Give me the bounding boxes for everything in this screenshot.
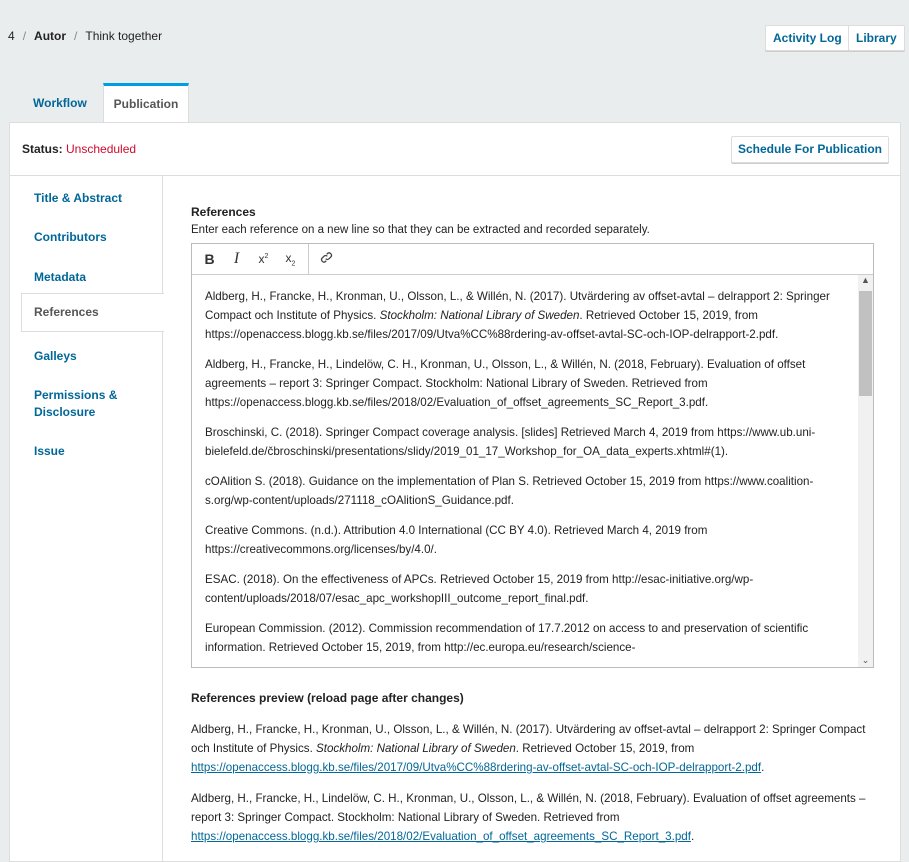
activity-log-button[interactable]: Activity Log (765, 25, 850, 51)
sidebar-item-issue[interactable]: Issue (22, 443, 163, 460)
library-button[interactable]: Library (848, 25, 905, 51)
reference-entry: cOAlition S. (2018). Guidance on the imp… (205, 472, 844, 510)
preview-entry: Aldberg, H., Francke, H., Lindelöw, C. H… (191, 789, 881, 846)
references-preview-label: References preview (reload page after ch… (191, 691, 464, 705)
editor-toolbar: B I x2 x2 (192, 244, 873, 275)
status-value: Unscheduled (66, 142, 137, 156)
tab-workflow[interactable]: Workflow (21, 83, 99, 123)
reference-text: Broschinski, C. (2018). Springer Compact… (205, 426, 816, 458)
reference-text: ESAC. (2018). On the effectiveness of AP… (205, 573, 754, 605)
breadcrumb-author: Autor (34, 29, 67, 43)
publication-status: Status: Unscheduled (22, 142, 136, 156)
reference-entry: Aldberg, H., Francke, H., Lindelöw, C. H… (205, 355, 844, 412)
references-editor[interactable]: B I x2 x2 Aldberg, H., Francke, H., Kron… (191, 243, 874, 668)
sidebar-item-contributors[interactable]: Contributors (22, 229, 163, 246)
editor-scrollbar[interactable]: ▲ ⌄ (858, 275, 873, 667)
references-label: References (191, 205, 256, 219)
preview-text: . (761, 761, 765, 774)
reference-text: cOAlition S. (2018). Guidance on the imp… (205, 475, 814, 507)
reference-entry: European Commission. (2012). Commission … (205, 619, 844, 657)
reference-publisher: Stockholm: National Library of Sweden (379, 309, 580, 322)
references-help: Enter each reference on a new line so th… (191, 224, 650, 236)
preview-link[interactable]: https://openaccess.blogg.kb.se/files/201… (191, 830, 691, 843)
scrollbar-thumb[interactable] (859, 291, 872, 396)
reference-entry: ESAC. (2018). On the effectiveness of AP… (205, 570, 844, 608)
sidebar-item-title-abstract[interactable]: Title & Abstract (22, 190, 163, 207)
tab-publication[interactable]: Publication (103, 83, 189, 123)
preview-text: . (690, 830, 695, 843)
subscript-icon[interactable]: x2 (277, 251, 304, 267)
link-icon[interactable] (313, 251, 340, 267)
bold-icon[interactable]: B (196, 251, 223, 267)
sidebar-item-permissions-disclosure[interactable]: Permissions & Disclosure (22, 387, 132, 421)
italic-icon[interactable]: I (223, 250, 250, 268)
references-form: References Enter each reference on a new… (191, 176, 900, 861)
sidebar: Title & Abstract Contributors Metadata R… (10, 176, 164, 861)
reference-text: European Commission. (2012). Commission … (205, 622, 809, 654)
breadcrumb-title: Think together (85, 29, 163, 43)
references-preview: Aldberg, H., Francke, H., Kronman, U., O… (191, 720, 881, 858)
references-textarea[interactable]: Aldberg, H., Francke, H., Kronman, U., O… (192, 275, 858, 667)
reference-text: Aldberg, H., Francke, H., Lindelöw, C. H… (205, 358, 806, 409)
preview-publisher: Stockholm: National Library of Sweden (316, 742, 516, 755)
sidebar-item-galleys[interactable]: Galleys (22, 348, 163, 365)
sidebar-item-metadata[interactable]: Metadata (22, 269, 163, 286)
superscript-icon[interactable]: x2 (250, 252, 277, 266)
breadcrumb-id[interactable]: 4 (8, 29, 15, 43)
reference-entry: Creative Commons. (n.d.). Attribution 4.… (205, 521, 844, 559)
sidebar-item-references[interactable]: References (21, 293, 164, 332)
scroll-down-icon[interactable]: ⌄ (858, 655, 873, 666)
preview-text: . Retrieved October 15, 2019, from (515, 742, 695, 755)
preview-text: Aldberg, H., Francke, H., Lindelöw, C. H… (191, 792, 866, 824)
preview-link[interactable]: https://openaccess.blogg.kb.se/files/201… (191, 761, 761, 774)
schedule-for-publication-button[interactable]: Schedule For Publication (730, 136, 889, 163)
scroll-up-icon[interactable]: ▲ (858, 275, 873, 285)
reference-text: Creative Commons. (n.d.). Attribution 4.… (205, 524, 708, 556)
reference-entry: Broschinski, C. (2018). Springer Compact… (205, 423, 844, 461)
publication-panel: Status: Unscheduled Schedule For Publica… (9, 122, 901, 862)
toolbar-divider (308, 244, 309, 274)
breadcrumb: 4/Autor / Think together (8, 29, 163, 43)
preview-entry: Aldberg, H., Francke, H., Kronman, U., O… (191, 720, 881, 777)
status-label: Status: (22, 142, 63, 156)
reference-entry: Aldberg, H., Francke, H., Kronman, U., O… (205, 287, 844, 344)
